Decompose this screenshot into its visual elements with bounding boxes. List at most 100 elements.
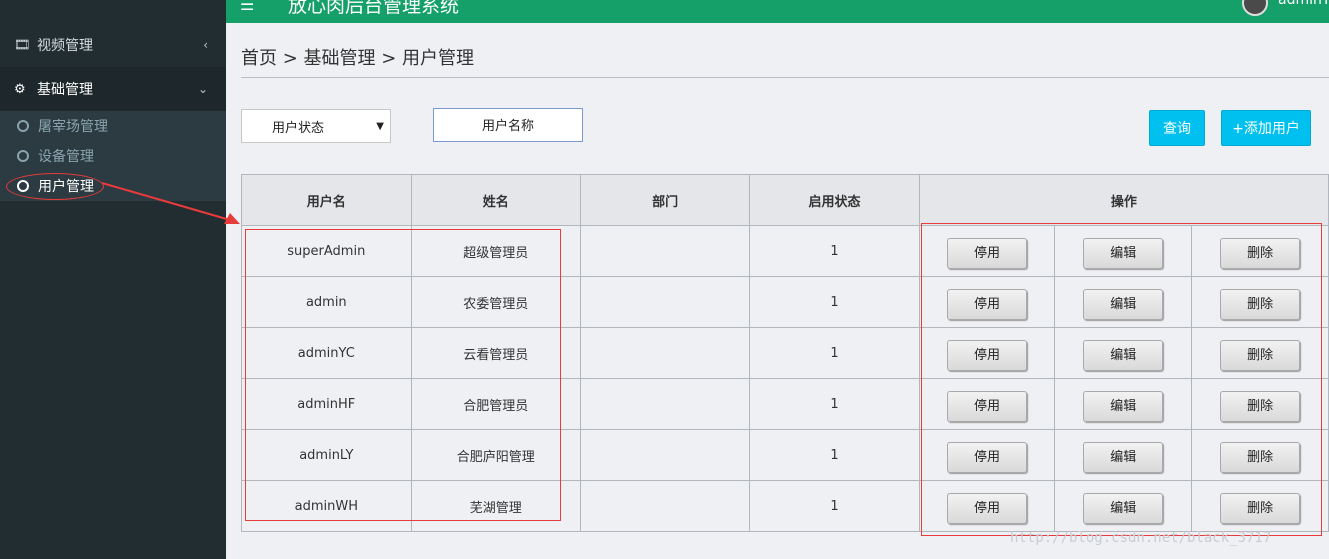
edit-button[interactable]: 编辑: [1083, 340, 1164, 371]
annotation-arrow: [101, 182, 240, 224]
name-cell: 云看管理员: [410, 327, 581, 379]
delete-button[interactable]: 删除: [1220, 340, 1301, 371]
circle-icon: [17, 150, 29, 162]
sidebar-item-video[interactable]: 🎞 视频管理 ‹: [0, 23, 226, 67]
status-cell: 1: [749, 429, 920, 481]
disable-button[interactable]: 停用: [947, 289, 1028, 320]
username-cell: admin: [241, 276, 412, 328]
sidebar: 🎞 视频管理 ‹ ⚙ 基础管理 ⌄ 屠宰场管理 设备管理 用户管理: [0, 0, 226, 559]
breadcrumb: 首页 > 基础管理 > 用户管理: [241, 48, 475, 69]
film-icon: 🎞: [14, 37, 31, 53]
name-cell: 超级管理员: [410, 225, 581, 277]
edit-button[interactable]: 编辑: [1083, 493, 1164, 524]
action-cell: 编辑: [1054, 378, 1193, 430]
name-cell: 芜湖管理: [410, 480, 581, 532]
status-cell: 1: [749, 225, 920, 277]
breadcrumb-divider: [241, 77, 1329, 78]
add-user-button[interactable]: +添加用户: [1221, 110, 1311, 146]
delete-button[interactable]: 删除: [1220, 493, 1301, 524]
gear-icon: ⚙: [14, 81, 26, 97]
avatar[interactable]: [1242, 0, 1268, 16]
annotation-ellipse: [6, 173, 104, 200]
action-cell: 停用: [918, 225, 1056, 277]
caret-down-icon: ▼: [376, 120, 384, 132]
edit-button[interactable]: 编辑: [1083, 238, 1164, 269]
name-cell: 合肥管理员: [410, 378, 581, 430]
name-cell: 农委管理员: [410, 276, 581, 328]
action-cell: 编辑: [1054, 276, 1193, 328]
disable-button[interactable]: 停用: [947, 238, 1028, 269]
action-cell: 停用: [918, 480, 1056, 532]
table-row: adminHF 合肥管理员 1 停用 编辑 删除: [241, 378, 1329, 430]
delete-button[interactable]: 删除: [1220, 238, 1301, 269]
dept-cell: [579, 276, 751, 328]
username-cell: adminYC: [241, 327, 412, 379]
sidebar-item-slaughterhouse[interactable]: 屠宰场管理: [0, 111, 226, 141]
username-cell: adminHF: [241, 378, 412, 430]
status-cell: 1: [749, 480, 920, 532]
circle-icon: [17, 120, 29, 132]
table-row: adminYC 云看管理员 1 停用 编辑 删除: [241, 327, 1329, 379]
action-cell: 删除: [1191, 225, 1329, 277]
dept-cell: [579, 480, 751, 532]
column-header-actions: 操作: [918, 174, 1329, 226]
delete-button[interactable]: 删除: [1220, 442, 1301, 473]
disable-button[interactable]: 停用: [947, 442, 1028, 473]
status-select[interactable]: 用户状态 ▼: [241, 109, 391, 143]
name-cell: 合肥庐阳管理: [410, 429, 581, 481]
column-header-status: 启用状态: [749, 174, 920, 226]
action-cell: 删除: [1191, 480, 1329, 532]
table-row: adminLY 合肥庐阳管理 1 停用 编辑 删除: [241, 429, 1329, 481]
action-cell: 编辑: [1054, 480, 1193, 532]
hamburger-icon[interactable]: ☰: [240, 0, 254, 14]
watermark: http://blog.csdn.net/black_3717: [1010, 530, 1272, 546]
action-cell: 删除: [1191, 276, 1329, 328]
edit-button[interactable]: 编辑: [1083, 391, 1164, 422]
chevron-left-icon: ‹: [203, 38, 208, 52]
status-cell: 1: [749, 327, 920, 379]
username-cell: adminWH: [241, 480, 412, 532]
edit-button[interactable]: 编辑: [1083, 289, 1164, 320]
dept-cell: [579, 378, 751, 430]
action-cell: 编辑: [1054, 225, 1193, 277]
table-row: superAdmin 超级管理员 1 停用 编辑 删除: [241, 225, 1329, 277]
action-cell: 编辑: [1054, 327, 1193, 379]
action-cell: 停用: [918, 429, 1056, 481]
chevron-down-icon: ⌄: [197, 82, 208, 96]
app-title: 放心肉后台管理系统: [288, 0, 460, 17]
sidebar-item-label: 视频管理: [37, 38, 93, 54]
sidebar-item-label: 屠宰场管理: [38, 119, 108, 135]
username-cell: superAdmin: [241, 225, 412, 277]
table-row: adminWH 芜湖管理 1 停用 编辑 删除: [241, 480, 1329, 532]
query-button[interactable]: 查询: [1149, 110, 1205, 146]
dept-cell: [579, 225, 751, 277]
status-cell: 1: [749, 276, 920, 328]
disable-button[interactable]: 停用: [947, 493, 1028, 524]
edit-button[interactable]: 编辑: [1083, 442, 1164, 473]
user-table: 用户名 姓名 部门 启用状态 操作 superAdmin 超级管理员 1 停用 编辑 删除…: [241, 174, 1329, 532]
status-select-value: 用户状态: [272, 120, 325, 136]
action-cell: 编辑: [1054, 429, 1193, 481]
delete-button[interactable]: 删除: [1220, 289, 1301, 320]
disable-button[interactable]: 停用: [947, 340, 1028, 371]
dept-cell: [579, 327, 751, 379]
sidebar-item-device[interactable]: 设备管理: [0, 141, 226, 171]
action-cell: 删除: [1191, 378, 1329, 430]
action-cell: 删除: [1191, 429, 1329, 481]
action-cell: 停用: [918, 327, 1056, 379]
table-header-row: 用户名 姓名 部门 启用状态 操作: [241, 174, 1329, 226]
column-header-name: 姓名: [410, 174, 581, 226]
action-cell: 停用: [918, 276, 1056, 328]
user-name[interactable]: adminYC: [1278, 0, 1329, 8]
sidebar-item-label: 设备管理: [38, 149, 94, 165]
action-cell: 删除: [1191, 327, 1329, 379]
username-input[interactable]: [433, 108, 583, 142]
column-header-dept: 部门: [579, 174, 751, 226]
sidebar-item-base[interactable]: ⚙ 基础管理 ⌄: [0, 67, 226, 111]
top-bar: ☰ 放心肉后台管理系统 adminYC: [226, 0, 1329, 23]
action-cell: 停用: [918, 378, 1056, 430]
disable-button[interactable]: 停用: [947, 391, 1028, 422]
delete-button[interactable]: 删除: [1220, 391, 1301, 422]
table-row: admin 农委管理员 1 停用 编辑 删除: [241, 276, 1329, 328]
sidebar-item-label: 基础管理: [37, 82, 93, 98]
